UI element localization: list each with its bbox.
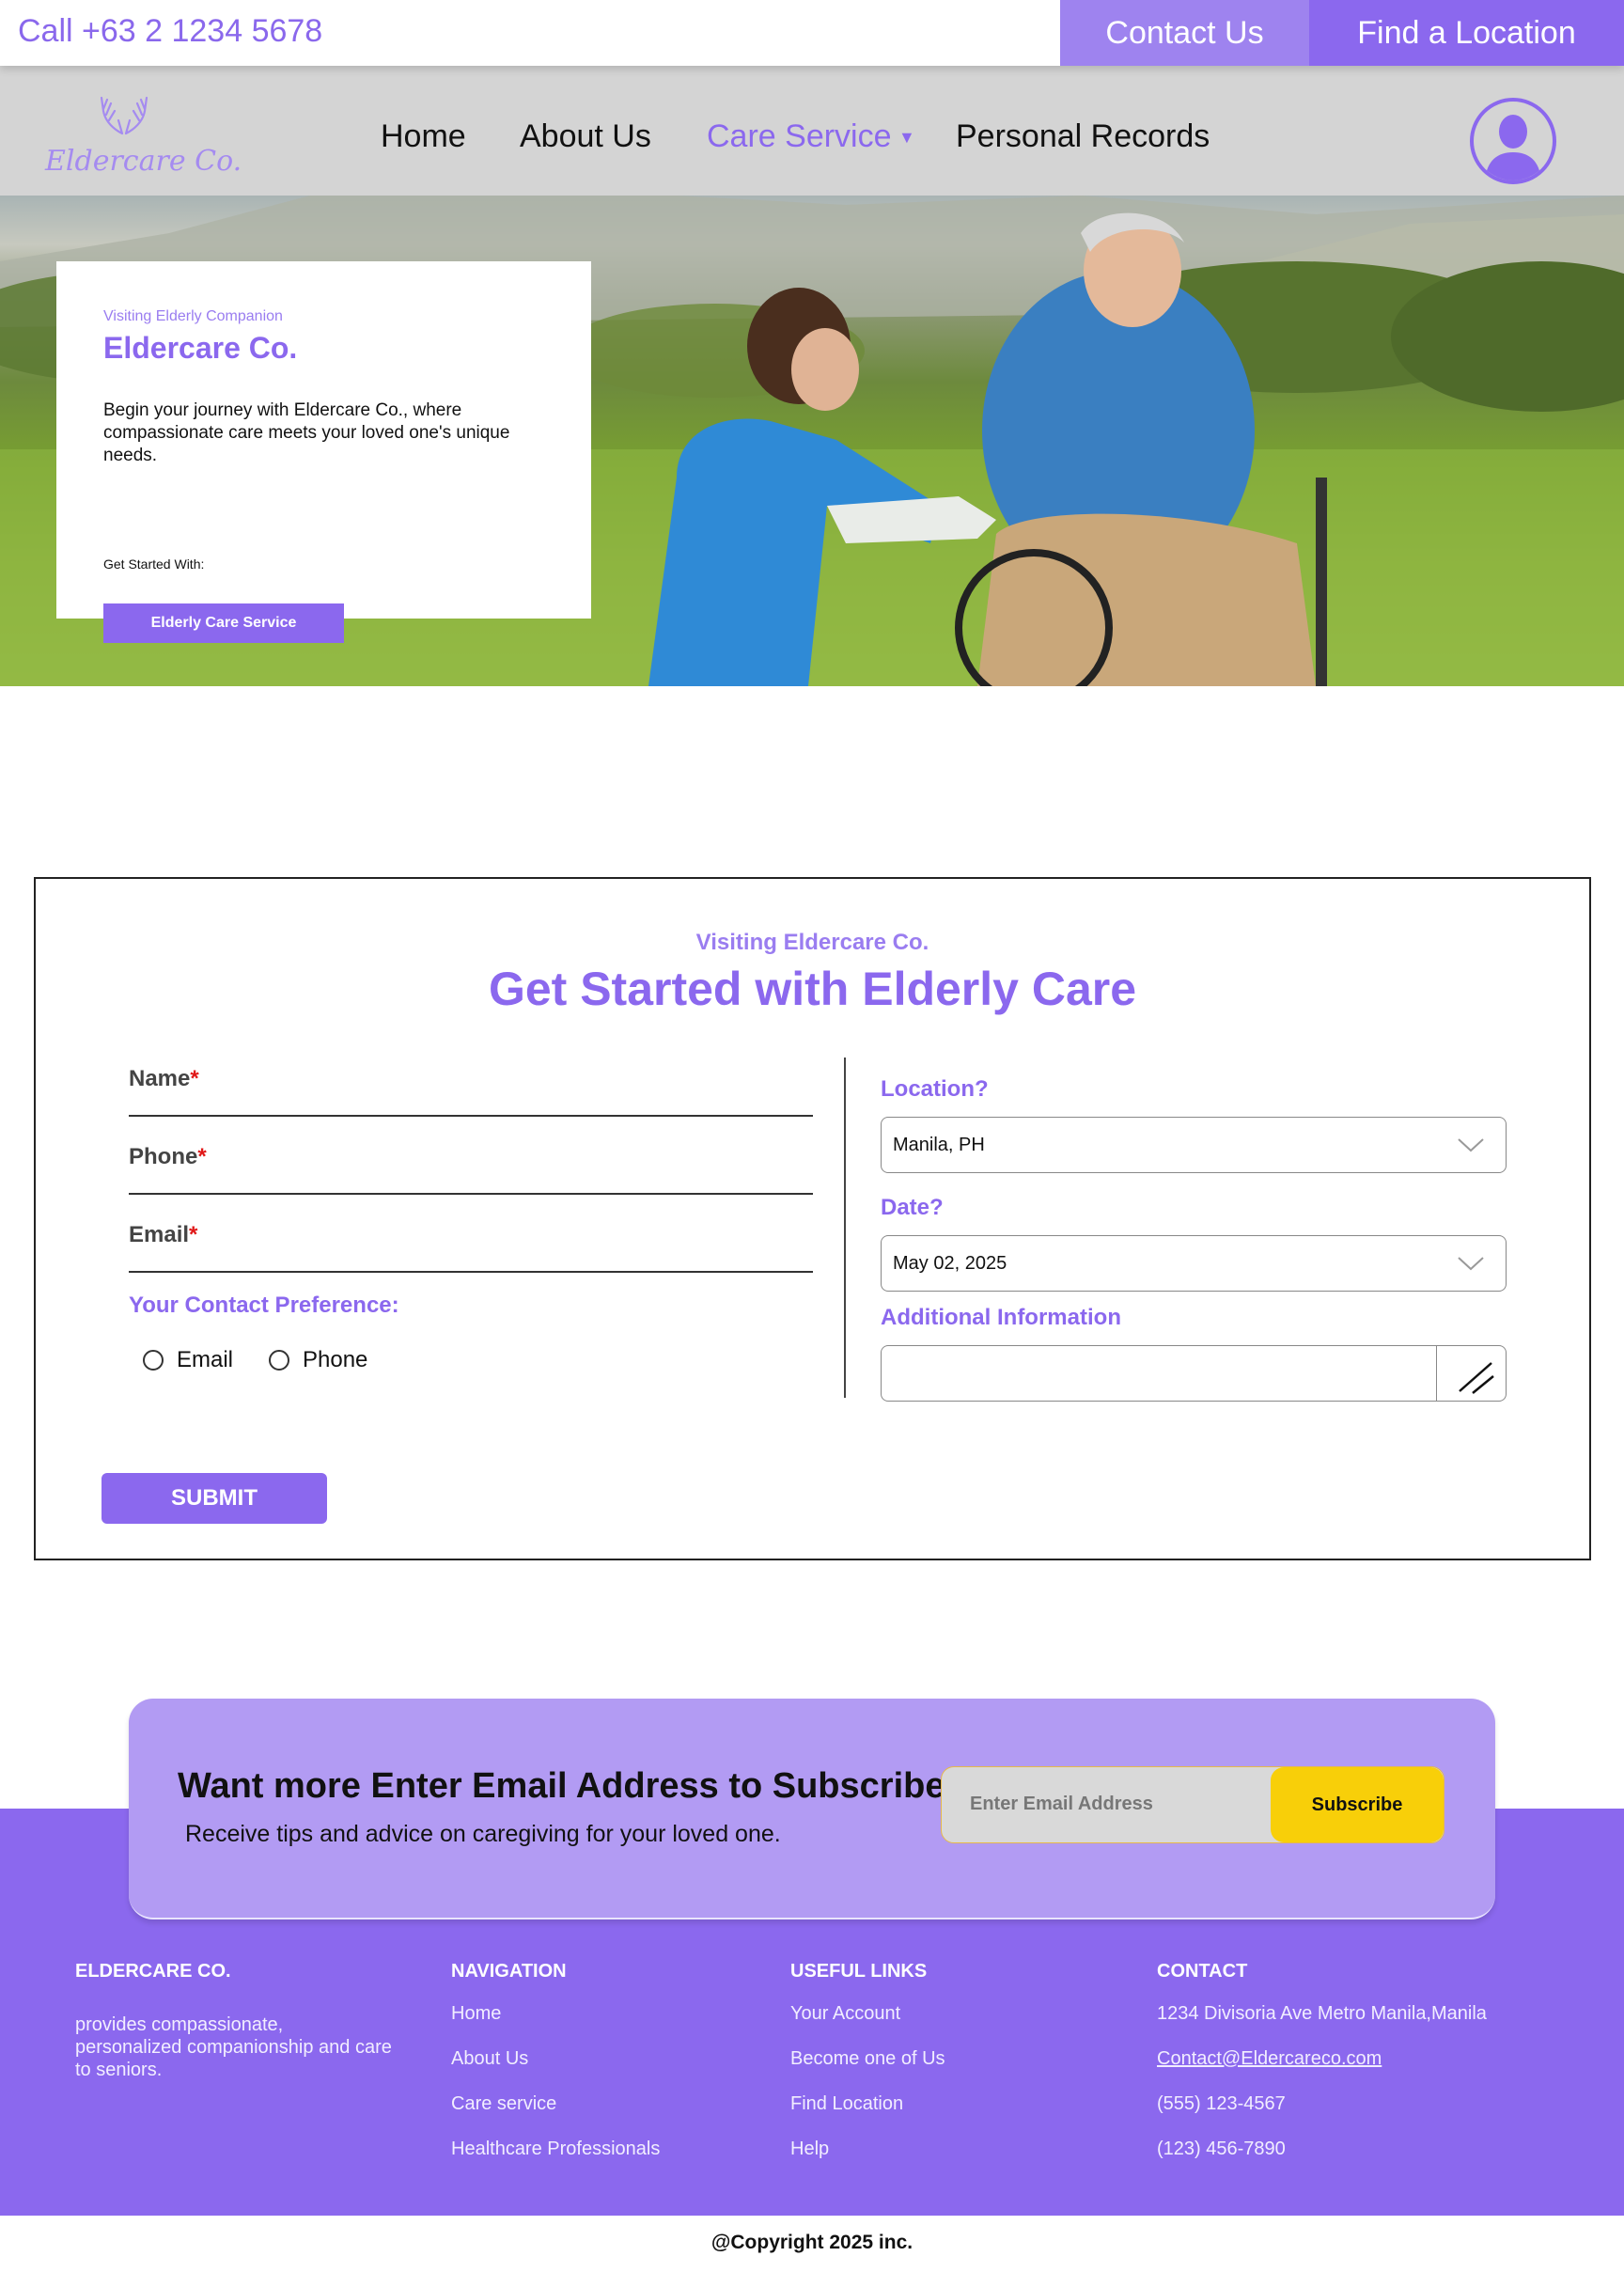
form-heading: Get Started with Elderly Care: [488, 963, 1137, 1015]
footer-address: 1234 Divisoria Ave Metro Manila,Manila: [1157, 2003, 1487, 2024]
location-select[interactable]: Manila, PH: [881, 1117, 1507, 1173]
form-divider: [844, 1058, 846, 1398]
resize-handle[interactable]: [1436, 1346, 1506, 1401]
get-started-form: Visiting Eldercare Co. Get Started with …: [34, 877, 1591, 1560]
elderly-care-service-button[interactable]: Elderly Care Service: [103, 603, 344, 643]
name-field[interactable]: Name*: [129, 1060, 813, 1117]
footer-email-link[interactable]: Contact@Eldercareco.com: [1157, 2048, 1382, 2070]
call-phone-link[interactable]: Call +63 2 1234 5678: [18, 13, 322, 50]
submit-button[interactable]: SUBMIT: [102, 1473, 327, 1524]
footer-link-healthcare-professionals[interactable]: Healthcare Professionals: [451, 2139, 660, 2160]
user-silhouette-icon: [1485, 115, 1541, 180]
subscribe-panel: Want more Enter Email Address to Subscri…: [129, 1699, 1495, 1919]
resize-handle-icon: [1459, 1362, 1494, 1394]
nav-item-home[interactable]: Home: [381, 118, 466, 155]
form-eyebrow: Visiting Eldercare Co.: [695, 930, 929, 955]
hero-title: Eldercare Co.: [103, 331, 298, 365]
email-label: Email*: [129, 1222, 198, 1247]
logo[interactable]: Eldercare Co.: [45, 92, 242, 178]
main-navigation: Eldercare Co. Home About Us Care Service…: [0, 66, 1624, 196]
footer-link-care-service[interactable]: Care service: [451, 2093, 556, 2115]
hero-banner: Visiting Elderly Companion Eldercare Co.…: [0, 196, 1624, 686]
location-label: Location?: [881, 1076, 989, 1102]
hero-card: Visiting Elderly Companion Eldercare Co.…: [56, 261, 591, 643]
footer-phone-2[interactable]: (123) 456-7890: [1157, 2139, 1286, 2160]
footer-link-find-location[interactable]: Find Location: [790, 2093, 903, 2115]
footer-link-your-account[interactable]: Your Account: [790, 2003, 900, 2025]
footer-phone-1[interactable]: (555) 123-4567: [1157, 2093, 1286, 2115]
contact-us-button[interactable]: Contact Us: [1060, 0, 1309, 66]
name-label: Name*: [129, 1066, 199, 1091]
hero-eyebrow: Visiting Elderly Companion: [103, 308, 283, 324]
nav-item-about-us[interactable]: About Us: [520, 118, 651, 155]
user-avatar[interactable]: [1470, 98, 1556, 184]
additional-info-label: Additional Information: [881, 1305, 1121, 1330]
contact-pref-phone-radio[interactable]: Phone: [269, 1347, 367, 1373]
copyright: @Copyright 2025 inc.: [710, 2232, 914, 2253]
logo-text: Eldercare Co.: [45, 145, 242, 178]
additional-info-textarea[interactable]: [881, 1345, 1507, 1402]
caret-down-icon[interactable]: ▼: [898, 128, 915, 148]
nav-item-care-service[interactable]: Care Service: [707, 118, 892, 155]
contact-preference-label: Your Contact Preference:: [129, 1293, 399, 1318]
footer-brand-description: provides compassionate, personalized com…: [75, 2014, 392, 2080]
date-select[interactable]: May 02, 2025: [881, 1235, 1507, 1292]
footer-useful-links-title: USEFUL LINKS: [790, 1961, 928, 1982]
footer-link-about-us[interactable]: About Us: [451, 2048, 528, 2070]
footer-link-help[interactable]: Help: [790, 2139, 829, 2160]
subscribe-title: Want more Enter Email Address to Subscri…: [178, 1766, 945, 1806]
footer-brand-title: ELDERCARE CO.: [75, 1961, 231, 1982]
top-bar: Call +63 2 1234 5678 Contact Us Find a L…: [0, 0, 1624, 66]
nav-item-personal-records[interactable]: Personal Records: [956, 118, 1210, 155]
date-value: May 02, 2025: [893, 1253, 1007, 1274]
subscribe-email-input[interactable]: Enter Email Address Subscribe: [941, 1766, 1444, 1843]
radio-circle[interactable]: [269, 1350, 289, 1371]
hero-get-started-label: Get Started With:: [103, 556, 205, 572]
subscribe-button[interactable]: Subscribe: [1271, 1767, 1444, 1842]
caring-hands-icon: [100, 96, 148, 135]
email-field[interactable]: Email*: [129, 1216, 813, 1273]
footer-link-become-one-of-us[interactable]: Become one of Us: [790, 2048, 945, 2070]
chevron-down-icon: [1458, 1257, 1484, 1271]
phone-label: Phone*: [129, 1144, 207, 1169]
phone-field[interactable]: Phone*: [129, 1138, 813, 1195]
location-value: Manila, PH: [893, 1135, 985, 1155]
contact-pref-email-radio[interactable]: Email: [143, 1347, 233, 1373]
subscribe-description: Receive tips and advice on caregiving fo…: [185, 1821, 781, 1847]
find-location-button[interactable]: Find a Location: [1309, 0, 1624, 66]
footer-navigation-title: NAVIGATION: [451, 1961, 567, 1982]
email-placeholder: Enter Email Address: [970, 1794, 1153, 1814]
radio-circle[interactable]: [143, 1350, 164, 1371]
footer-contact-title: CONTACT: [1157, 1961, 1248, 1982]
footer-link-home[interactable]: Home: [451, 2003, 501, 2025]
date-label: Date?: [881, 1195, 944, 1220]
chevron-down-icon: [1458, 1138, 1484, 1152]
hero-description: Begin your journey with Eldercare Co., w…: [103, 400, 510, 465]
